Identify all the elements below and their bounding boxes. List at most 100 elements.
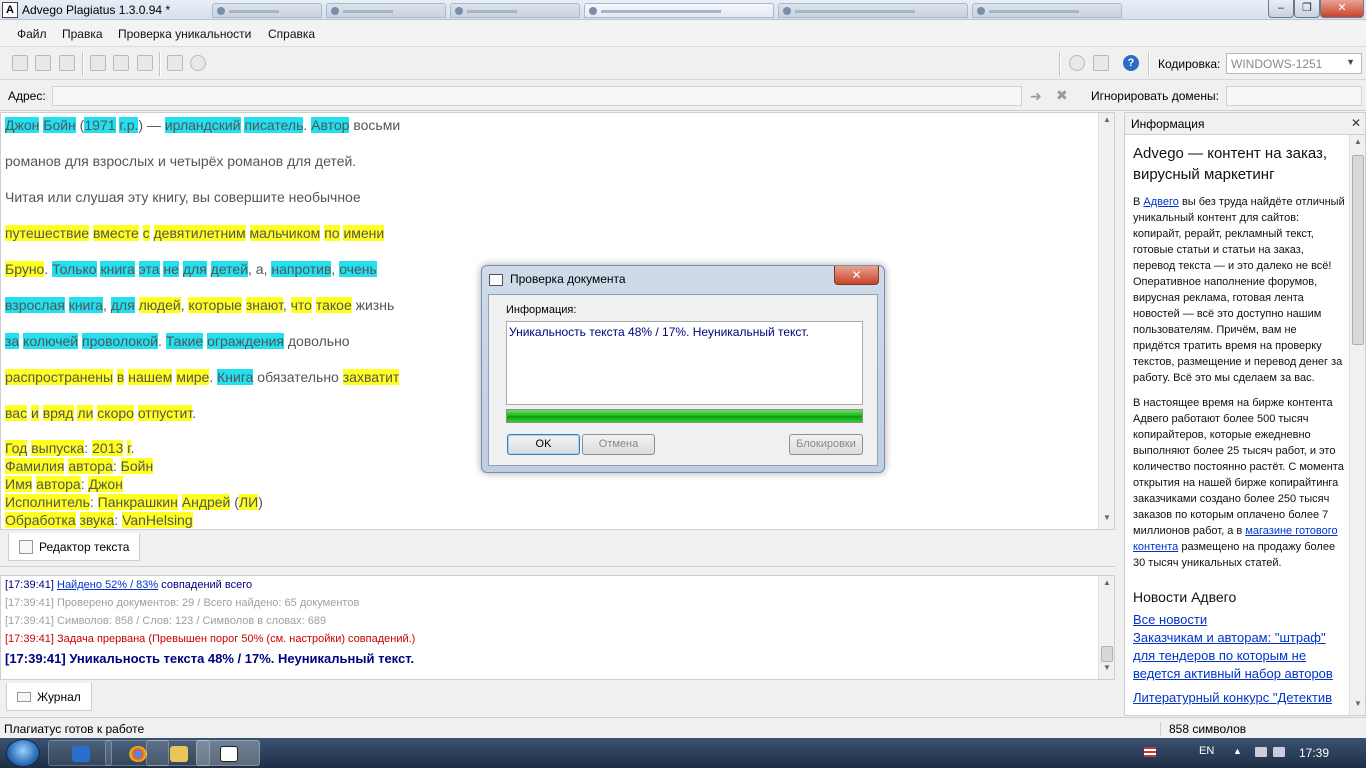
text-fragment [246, 225, 250, 241]
input-language[interactable]: EN [1199, 745, 1214, 757]
background-tab-6[interactable] [972, 3, 1122, 18]
blocks-button[interactable]: Блокировки [789, 434, 863, 455]
background-tab-4[interactable] [584, 3, 774, 18]
close-button[interactable]: ✕ [1320, 0, 1364, 18]
tab-text-editor[interactable]: Редактор текста [8, 533, 141, 561]
taskbar-advego[interactable] [196, 740, 260, 766]
highlighted-word: для [110, 297, 135, 313]
advego-link[interactable]: Адвего [1143, 196, 1178, 208]
scroll-thumb[interactable] [1101, 646, 1113, 662]
text-fragment: . [209, 369, 218, 385]
editor-scrollbar[interactable]: ▲ ▼ [1098, 113, 1114, 529]
cut-icon[interactable] [90, 55, 106, 71]
highlighted-word: 1971 [84, 117, 116, 133]
clear-icon[interactable]: ✖ [1056, 87, 1068, 104]
scroll-thumb[interactable] [1352, 155, 1364, 345]
log-matches-link[interactable]: Найдено 52% / 83% [57, 579, 158, 591]
network-icon[interactable] [1255, 747, 1267, 757]
log-scrollbar[interactable]: ▲ ▼ [1098, 576, 1114, 679]
scroll-down-icon[interactable]: ▼ [1099, 663, 1114, 677]
settings-gear-icon[interactable] [1069, 55, 1085, 71]
check-icon[interactable] [167, 55, 183, 71]
dialog-result-text: Уникальность текста 48% / 17%. Неуникаль… [506, 321, 863, 405]
volume-icon[interactable] [1273, 747, 1285, 757]
app-icon: A [2, 2, 18, 18]
new-document-icon[interactable] [12, 55, 28, 71]
scroll-up-icon[interactable]: ▲ [1350, 137, 1365, 151]
scroll-down-icon[interactable]: ▼ [1099, 513, 1114, 527]
help-icon[interactable]: ? [1123, 55, 1139, 71]
menu-help[interactable]: Справка [268, 27, 315, 41]
go-arrow-icon[interactable]: ➜ [1030, 88, 1042, 105]
toolbar-separator [82, 52, 84, 76]
news-link-all[interactable]: Все новости [1133, 611, 1345, 629]
highlighted-word: Год [5, 440, 28, 456]
text-fragment: обязательно [253, 369, 343, 385]
text-fragment: : [114, 512, 123, 528]
highlighted-word: Имя [5, 476, 33, 492]
highlighted-word: Книга [217, 369, 254, 385]
text-fragment [135, 297, 139, 313]
background-tab-2[interactable] [326, 3, 446, 18]
text-fragment: . [130, 440, 135, 456]
background-tab-1[interactable] [212, 3, 322, 18]
text-fragment: , а, [248, 261, 272, 277]
menu-edit[interactable]: Правка [62, 27, 103, 41]
text-fragment: ( [230, 494, 239, 510]
close-icon[interactable]: ✕ [1351, 116, 1361, 130]
menu-bar: Файл Правка Проверка уникальности Справк… [0, 21, 1366, 47]
info-text: В настоящее время на бирже контента Адве… [1133, 397, 1344, 537]
log-entry: [17:39:41] Символов: 858 / Слов: 123 / С… [5, 615, 326, 627]
clock[interactable]: 17:39 [1299, 746, 1329, 760]
address-input[interactable] [52, 86, 1022, 106]
open-files-icon[interactable] [59, 55, 75, 71]
window-title: Advego Plagiatus 1.3.0.94 * [22, 3, 171, 17]
progress-fill [507, 410, 862, 422]
highlighted-word: знают [245, 297, 283, 313]
open-html-icon[interactable] [35, 55, 51, 71]
highlighted-word: 2013 [92, 440, 124, 456]
highlighted-word: VanHelsing [122, 512, 193, 528]
menu-check-uniqueness[interactable]: Проверка уникальности [118, 27, 251, 41]
news-link-penalty[interactable]: Заказчикам и авторам: "штраф" для тендер… [1133, 629, 1345, 683]
tray-arrow-icon[interactable]: ▲ [1233, 746, 1242, 756]
paste-icon[interactable] [137, 55, 153, 71]
highlighted-word: автора [36, 476, 81, 492]
news-link-contest[interactable]: Литературный конкурс "Детектив [1133, 689, 1345, 707]
start-button[interactable] [6, 739, 40, 767]
ignore-domains-input[interactable] [1226, 86, 1362, 106]
dialog-close-button[interactable]: ✕ [834, 266, 879, 285]
taskbar: EN ▲ 17:39 [0, 738, 1366, 768]
info-text: вы без труда найдёте отличный уникальный… [1133, 196, 1345, 384]
info-heading: Advego — контент на заказ, вирусный марк… [1133, 145, 1328, 183]
scroll-down-icon[interactable]: ▼ [1350, 699, 1365, 713]
tab-journal[interactable]: Журнал [6, 683, 92, 711]
yin-yang-icon[interactable] [190, 55, 206, 71]
lock-icon[interactable] [1093, 55, 1109, 71]
text-fragment: . [44, 261, 53, 277]
background-tab-5[interactable] [778, 3, 968, 18]
background-tab-3[interactable] [450, 3, 580, 18]
us-flag-icon[interactable] [1144, 747, 1156, 757]
highlighted-word: Только [52, 261, 97, 277]
highlighted-word: книга [100, 261, 135, 277]
text-fragment: жизнь [351, 297, 395, 313]
highlighted-word: ограждения [207, 333, 284, 349]
document-icon [19, 540, 33, 554]
cancel-button[interactable]: Отмена [582, 434, 655, 455]
text-fragment: , [282, 297, 291, 313]
scroll-up-icon[interactable]: ▲ [1099, 578, 1114, 592]
copy-icon[interactable] [113, 55, 129, 71]
scroll-up-icon[interactable]: ▲ [1099, 115, 1114, 129]
dialog-progress-bar [506, 409, 863, 423]
taskbar-media-player[interactable] [48, 740, 112, 766]
encoding-select[interactable]: WINDOWS-1251 ▼ [1226, 53, 1362, 74]
dialog-window-icon [489, 274, 503, 286]
info-panel-header: Информация ✕ [1125, 113, 1365, 135]
ok-button[interactable]: OK [507, 434, 580, 455]
minimize-button[interactable]: – [1268, 0, 1294, 18]
maximize-button[interactable]: ❐ [1294, 0, 1320, 18]
text-fragment: , [102, 297, 111, 313]
info-scrollbar[interactable]: ▲ ▼ [1349, 135, 1365, 715]
menu-file[interactable]: Файл [17, 27, 47, 41]
